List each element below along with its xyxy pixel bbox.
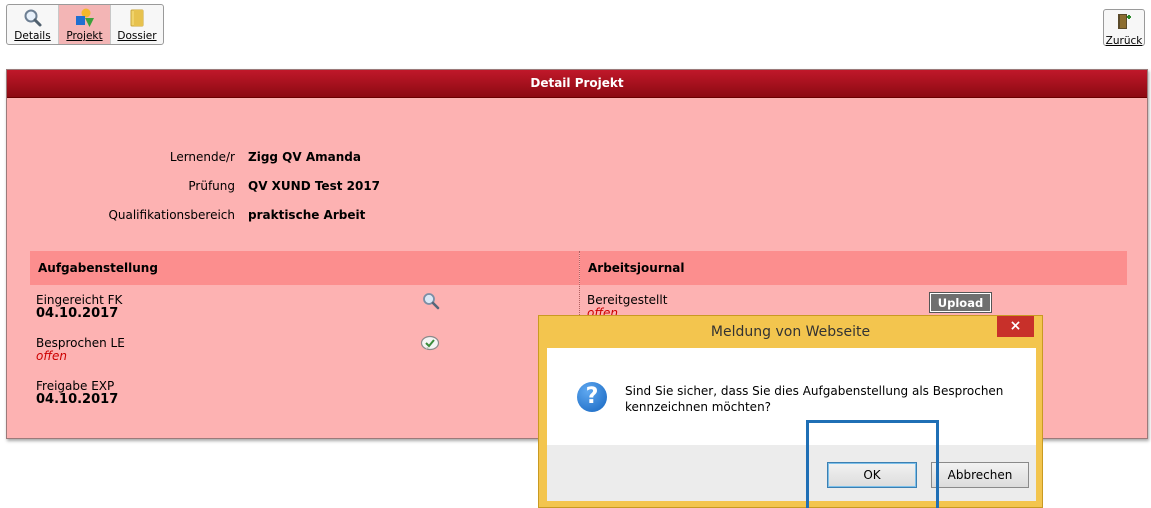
- item-date: 04.10.2017: [36, 392, 119, 407]
- list-item: Freigabe EXP 04.10.2017: [36, 380, 119, 407]
- comment-check-icon[interactable]: [420, 335, 440, 353]
- view-magnifier-icon[interactable]: [422, 292, 440, 310]
- dialog-close-button[interactable]: ×: [997, 316, 1034, 337]
- confirm-dialog: Meldung von Webseite × ? Sind Sie sicher…: [538, 315, 1043, 508]
- list-item: Eingereicht FK 04.10.2017: [36, 294, 122, 321]
- exit-door-icon: [1114, 12, 1134, 32]
- dialog-message: Sind Sie sicher, dass Sie dies Aufgabens…: [625, 384, 1004, 414]
- close-icon: ×: [1009, 318, 1022, 334]
- back-label: Zurück: [1105, 35, 1143, 47]
- details-button[interactable]: Details: [7, 5, 59, 44]
- section-aufgabenstellung: Aufgabenstellung: [30, 251, 579, 285]
- dialog-footer: OK Abbrechen: [547, 445, 1036, 501]
- list-item: Besprochen LE offen: [36, 337, 125, 363]
- details-label: Details: [14, 30, 51, 42]
- shapes-icon: [75, 8, 95, 28]
- view-toolbar: Details Projekt Dossier: [6, 4, 164, 45]
- back-button[interactable]: Zurück: [1103, 9, 1145, 47]
- projekt-label: Projekt: [66, 30, 103, 42]
- info-label: Qualifikationsbereich: [108, 208, 235, 222]
- projekt-button[interactable]: Projekt: [59, 5, 111, 44]
- dialog-title: Meldung von Webseite: [710, 324, 871, 340]
- ok-highlight-box: [806, 420, 939, 508]
- dossier-label: Dossier: [117, 30, 157, 42]
- magnifier-icon: [23, 8, 43, 28]
- question-icon: ?: [577, 382, 607, 412]
- dossier-button[interactable]: Dossier: [111, 5, 163, 44]
- item-status: offen: [36, 349, 67, 363]
- info-label: Lernende/r: [169, 150, 235, 164]
- info-value: praktische Arbeit: [248, 208, 366, 222]
- section-arbeitsjournal: Arbeitsjournal: [580, 251, 1127, 285]
- info-value: Zigg QV Amanda: [248, 150, 361, 164]
- folder-icon: [127, 8, 147, 28]
- upload-button[interactable]: Upload: [929, 292, 992, 313]
- info-value: QV XUND Test 2017: [248, 179, 381, 193]
- info-label: Prüfung: [188, 179, 235, 193]
- item-date: 04.10.2017: [36, 306, 119, 321]
- dialog-body: ? Sind Sie sicher, dass Sie dies Aufgabe…: [547, 348, 1036, 445]
- panel-title: Detail Projekt: [7, 70, 1147, 98]
- cancel-button[interactable]: Abbrechen: [931, 462, 1029, 488]
